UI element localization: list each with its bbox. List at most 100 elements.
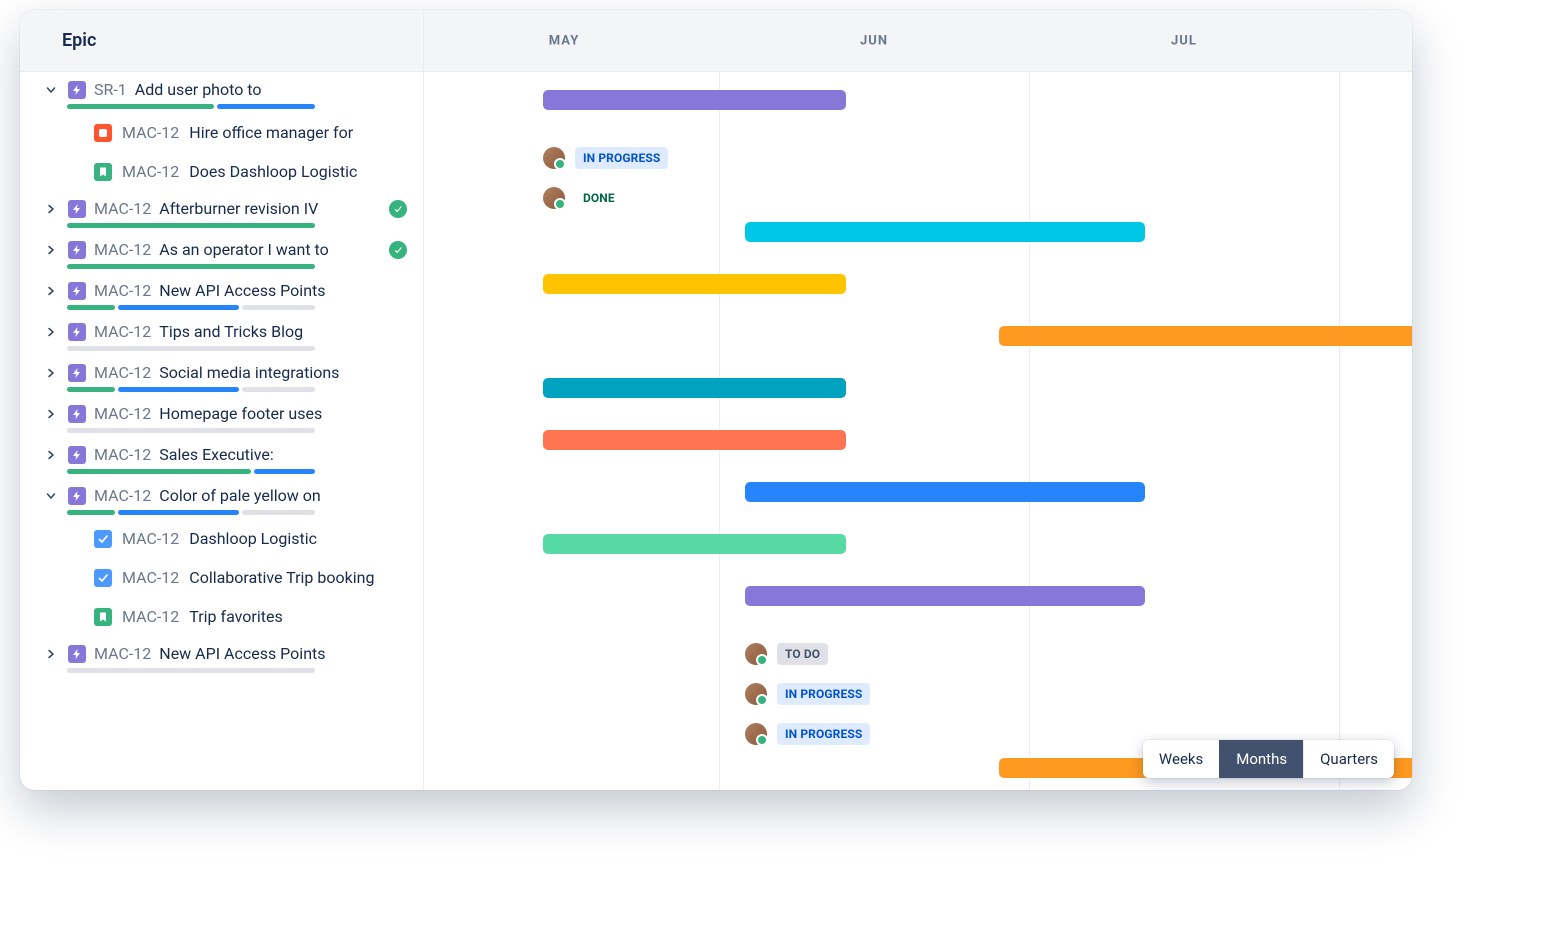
issue-title[interactable]: Sales Executive: <box>159 445 423 464</box>
issue-key[interactable]: MAC-12 <box>122 607 179 626</box>
issue-title[interactable]: New API Access Points <box>159 281 423 300</box>
status-item: IN PROGRESS <box>745 683 870 705</box>
zoom-weeks-button[interactable]: Weeks <box>1143 740 1219 778</box>
avatar[interactable] <box>745 723 767 745</box>
avatar[interactable] <box>745 683 767 705</box>
issue-key[interactable]: MAC-12 <box>94 281 151 300</box>
status-item: IN PROGRESS <box>543 147 668 169</box>
status-item: TO DO <box>745 643 828 665</box>
chevron-right-icon[interactable] <box>42 241 60 259</box>
progress-bar <box>67 223 315 228</box>
status-item: IN PROGRESS <box>745 723 870 745</box>
progress-segment <box>217 104 315 109</box>
epic-row[interactable]: MAC-12 Tips and Tricks Blog <box>20 314 423 341</box>
status-badge[interactable]: IN PROGRESS <box>777 683 870 705</box>
timeline-bar[interactable] <box>543 430 846 450</box>
epic-row[interactable]: MAC-12 Color of pale yellow on <box>20 478 423 505</box>
chevron-right-icon[interactable] <box>42 446 60 464</box>
issue-key[interactable]: MAC-12 <box>94 486 151 505</box>
timeline-bar[interactable] <box>543 534 846 554</box>
chevron-right-icon[interactable] <box>42 323 60 341</box>
issue-title[interactable]: Trip favorites <box>189 607 423 626</box>
timeline-bar[interactable] <box>745 482 1145 502</box>
chevron-right-icon[interactable] <box>42 364 60 382</box>
task-icon <box>94 530 112 548</box>
progress-bar <box>67 668 315 673</box>
timeline[interactable]: IN PROGRESS DONE TO DO IN PROGRESS IN PROGRE… <box>424 72 1412 790</box>
epic-row[interactable]: MAC-12 Homepage footer uses <box>20 396 423 423</box>
issue-key[interactable]: MAC-12 <box>94 644 151 663</box>
issue-title[interactable]: Collaborative Trip booking <box>189 568 423 587</box>
issue-key[interactable]: MAC-12 <box>122 529 179 548</box>
chevron-down-icon[interactable] <box>42 81 60 99</box>
issue-title[interactable]: Social media integrations <box>159 363 423 382</box>
issue-key[interactable]: MAC-12 <box>94 445 151 464</box>
status-badge[interactable]: IN PROGRESS <box>575 147 668 169</box>
epic-row[interactable]: MAC-12 New API Access Points <box>20 636 423 663</box>
timeline-bar[interactable] <box>745 222 1145 242</box>
issue-title[interactable]: Color of pale yellow on <box>159 486 423 505</box>
month-label: JUL <box>1171 33 1197 48</box>
progress-segment <box>118 387 239 392</box>
issue-title[interactable]: Homepage footer uses <box>159 404 423 423</box>
zoom-quarters-button[interactable]: Quarters <box>1303 740 1394 778</box>
month-label: MAY <box>549 33 580 48</box>
issue-key[interactable]: MAC-12 <box>122 162 179 181</box>
timeline-bar[interactable] <box>543 378 846 398</box>
issue-title[interactable]: As an operator I want to <box>159 240 381 259</box>
status-badge[interactable]: DONE <box>575 187 623 209</box>
chevron-right-icon[interactable] <box>42 282 60 300</box>
avatar[interactable] <box>543 147 565 169</box>
issue-title[interactable]: Hire office manager for <box>189 123 423 142</box>
issue-key[interactable]: MAC-12 <box>94 404 151 423</box>
avatar[interactable] <box>745 643 767 665</box>
status-badge[interactable]: TO DO <box>777 643 828 665</box>
issue-title[interactable]: Tips and Tricks Blog <box>159 322 423 341</box>
status-badge[interactable]: IN PROGRESS <box>777 723 870 745</box>
epic-sidebar: SR-1 Add user photo to MAC-12 Hire office m… <box>20 72 424 790</box>
timeline-bar[interactable] <box>745 586 1145 606</box>
epic-row[interactable]: SR-1 Add user photo to <box>20 72 423 99</box>
issue-key[interactable]: MAC-12 <box>94 240 151 259</box>
issue-row[interactable]: MAC-12 Dashloop Logistic <box>20 519 423 558</box>
chevron-right-icon[interactable] <box>42 405 60 423</box>
epic-row[interactable]: MAC-12 As an operator I want to <box>20 232 423 259</box>
avatar[interactable] <box>543 187 565 209</box>
issue-title[interactable]: Dashloop Logistic <box>189 529 423 548</box>
issue-title[interactable]: Add user photo to <box>135 80 423 99</box>
progress-bar <box>67 428 315 433</box>
timeline-bar[interactable] <box>543 274 846 294</box>
epic-icon <box>68 323 86 341</box>
issue-title[interactable]: Afterburner revision IV <box>159 199 381 218</box>
issue-key[interactable]: SR-1 <box>94 80 127 99</box>
issue-row[interactable]: MAC-12 Does Dashloop Logistic <box>20 152 423 191</box>
progress-bar <box>67 510 315 515</box>
issue-title[interactable]: Does Dashloop Logistic <box>189 162 423 181</box>
timeline-bar[interactable] <box>999 326 1412 346</box>
issue-title[interactable]: New API Access Points <box>159 644 423 663</box>
epic-icon <box>68 200 86 218</box>
epic-row[interactable]: MAC-12 Afterburner revision IV <box>20 191 423 218</box>
epic-row[interactable]: MAC-12 New API Access Points <box>20 273 423 300</box>
epic-row[interactable]: MAC-12 Sales Executive: <box>20 437 423 464</box>
chevron-right-icon[interactable] <box>42 645 60 663</box>
chevron-right-icon[interactable] <box>42 200 60 218</box>
issue-row[interactable]: MAC-12 Hire office manager for <box>20 113 423 152</box>
epic-icon <box>68 364 86 382</box>
progress-bar <box>67 305 315 310</box>
timeline-bar[interactable] <box>543 90 846 110</box>
issue-key[interactable]: MAC-12 <box>122 568 179 587</box>
issue-row[interactable]: MAC-12 Trip favorites <box>20 597 423 636</box>
progress-segment <box>67 346 315 351</box>
zoom-months-button[interactable]: Months <box>1219 740 1303 778</box>
issue-row[interactable]: MAC-12 Collaborative Trip booking <box>20 558 423 597</box>
epic-row[interactable]: MAC-12 Social media integrations <box>20 355 423 382</box>
chevron-down-icon[interactable] <box>42 487 60 505</box>
issue-key[interactable]: MAC-12 <box>122 123 179 142</box>
issue-key[interactable]: MAC-12 <box>94 322 151 341</box>
progress-bar <box>67 346 315 351</box>
epic-icon <box>68 487 86 505</box>
issue-key[interactable]: MAC-12 <box>94 199 151 218</box>
progress-segment <box>242 305 315 310</box>
issue-key[interactable]: MAC-12 <box>94 363 151 382</box>
